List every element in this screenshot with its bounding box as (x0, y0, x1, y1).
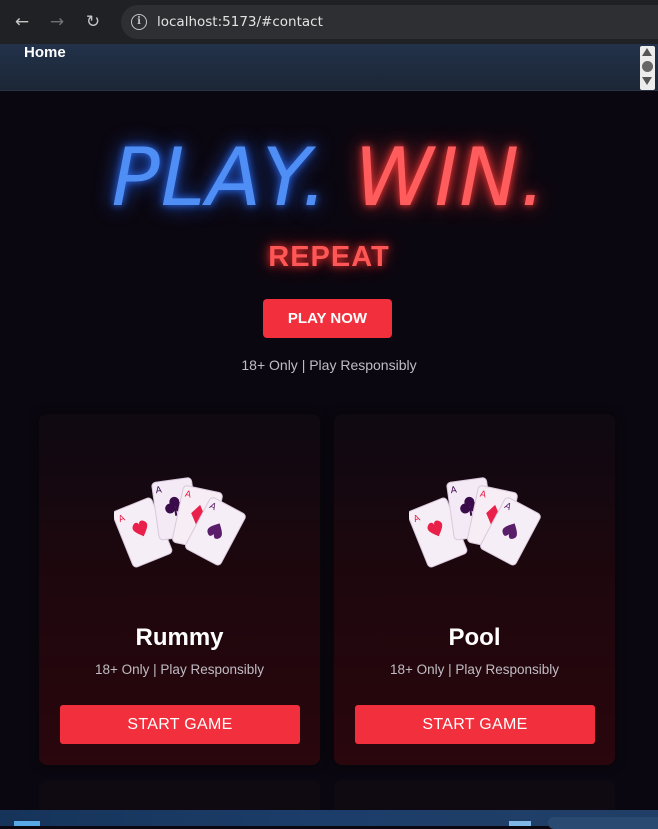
headline-play: PLAY. (111, 131, 329, 224)
card-disclaimer: 18+ Only | Play Responsibly (390, 662, 559, 677)
back-arrow-icon[interactable]: ← (9, 9, 35, 35)
site-navbar: Home (0, 44, 658, 91)
playing-cards-icon: A A A A (114, 477, 246, 568)
hero-headline: PLAY. WIN. (0, 131, 658, 224)
site-info-icon[interactable]: i (131, 14, 147, 30)
scroll-up-icon[interactable] (642, 48, 652, 56)
forward-arrow-icon[interactable]: → (44, 9, 70, 35)
reload-icon[interactable]: ↻ (80, 9, 106, 35)
start-icon[interactable] (14, 821, 40, 826)
scroll-thumb[interactable] (642, 61, 653, 72)
nav-home-link[interactable]: Home (24, 44, 66, 61)
scrollbar[interactable] (640, 46, 655, 90)
play-now-button[interactable]: PLAY NOW (263, 299, 392, 338)
hero-disclaimer: 18+ Only | Play Responsibly (241, 357, 417, 373)
windows-icon[interactable] (509, 821, 531, 826)
headline-win: WIN. (354, 131, 547, 224)
os-taskbar (0, 810, 658, 829)
scroll-down-icon[interactable] (642, 77, 652, 85)
card-disclaimer: 18+ Only | Play Responsibly (95, 662, 264, 677)
start-game-button[interactable]: START GAME (60, 705, 300, 744)
game-card-rummy: A A A A Rummy 18+ Only | Play Responsibl… (39, 414, 320, 765)
hero-subheadline: REPEAT (268, 241, 390, 273)
card-title: Rummy (135, 624, 224, 651)
taskbar-search[interactable] (548, 817, 658, 829)
card-title: Pool (448, 624, 501, 651)
address-bar[interactable]: i localhost:5173/#contact (121, 5, 658, 39)
browser-toolbar: ← → ↻ i localhost:5173/#contact (0, 0, 658, 44)
playing-cards-icon: A A A A (409, 477, 541, 568)
url-text[interactable]: localhost:5173/#contact (157, 14, 323, 30)
start-game-button[interactable]: START GAME (355, 705, 595, 744)
game-card-pool: A A A A Pool 18+ Only | Play Responsibly… (334, 414, 615, 765)
